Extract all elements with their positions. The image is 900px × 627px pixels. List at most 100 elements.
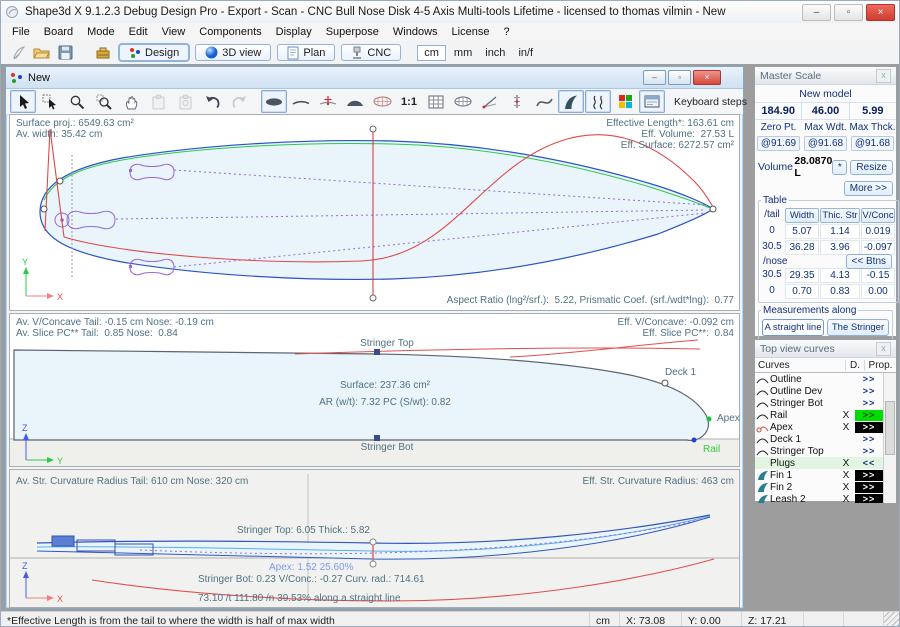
prop-toggle[interactable]: <<: [855, 458, 883, 469]
unit-inch[interactable]: inch: [480, 46, 510, 60]
length-value[interactable]: 184.90: [755, 103, 802, 120]
outline-control-point[interactable]: [41, 206, 47, 212]
width-cell[interactable]: 0.70: [785, 284, 819, 299]
measure-angle-icon[interactable]: [477, 90, 503, 113]
curve-tool-icon[interactable]: [531, 90, 557, 113]
save-icon[interactable]: [55, 43, 76, 62]
rail-point[interactable]: [692, 438, 697, 443]
curve-row-outline-dev[interactable]: Outline Dev >>: [755, 385, 896, 397]
curve-row-stringer-bot[interactable]: Stringer Bot >>: [755, 397, 896, 409]
prop-toggle[interactable]: >>: [855, 470, 883, 481]
apex-point[interactable]: [707, 417, 712, 422]
view-deck-icon[interactable]: [342, 90, 368, 113]
resize-button[interactable]: Resize: [850, 160, 893, 175]
export-icon[interactable]: [92, 43, 113, 62]
grid-icon[interactable]: [423, 90, 449, 113]
menu-license[interactable]: License: [445, 24, 497, 40]
stringer-curves-icon[interactable]: [585, 90, 611, 113]
plan-button[interactable]: Plan: [277, 44, 335, 61]
vconc-column-header[interactable]: V/Conc: [861, 208, 895, 223]
straight-line-button[interactable]: A straight line: [762, 319, 824, 336]
unit-cm[interactable]: cm: [417, 45, 446, 61]
width-value[interactable]: 46.00: [802, 103, 849, 120]
scale-1-1-label[interactable]: 1:1: [396, 90, 422, 113]
view-slices-icon[interactable]: [369, 90, 395, 113]
thickness-cell[interactable]: 3.96: [820, 240, 860, 255]
prop-toggle[interactable]: >>: [855, 482, 883, 493]
slice-indicator-bottom-handle[interactable]: [370, 561, 376, 567]
curves-header[interactable]: Curves: [755, 360, 846, 371]
vconc-cell[interactable]: 0.00: [861, 284, 895, 299]
width-cell[interactable]: 36.28: [785, 240, 819, 255]
colors-icon[interactable]: [612, 90, 638, 113]
menu-superpose[interactable]: Superpose: [319, 24, 386, 40]
menu-components[interactable]: Components: [192, 24, 268, 40]
zoom-icon[interactable]: [64, 90, 90, 113]
slice-handle-bottom[interactable]: [370, 295, 376, 301]
open-folder-icon[interactable]: [31, 43, 52, 62]
slice-handle-top[interactable]: [370, 126, 376, 132]
scrollbar-thumb[interactable]: [885, 401, 895, 455]
view-rocker-icon[interactable]: [288, 90, 314, 113]
prop-toggle[interactable]: >>: [855, 374, 883, 385]
doc-minimize-button[interactable]: –: [643, 70, 666, 85]
unit-inf[interactable]: in/f: [513, 46, 538, 60]
zero-pt-position[interactable]: @91.69: [757, 136, 800, 151]
paste-shape-icon[interactable]: [145, 90, 171, 113]
curve-row-deck[interactable]: Deck 1 >>: [755, 433, 896, 445]
prop-toggle[interactable]: >>: [855, 398, 883, 409]
resize-grip[interactable]: [883, 612, 899, 627]
thickness-cell[interactable]: 4.13: [820, 268, 860, 283]
more-button[interactable]: More >>: [844, 181, 893, 196]
prop-toggle[interactable]: >>: [855, 422, 883, 433]
menu-view[interactable]: View: [155, 24, 193, 40]
measure-axis-icon[interactable]: [504, 90, 530, 113]
stringer-bot-handle[interactable]: [374, 435, 380, 441]
curve-row-fin-1[interactable]: Fin 1 X >>: [755, 469, 896, 481]
redo-icon[interactable]: [226, 90, 252, 113]
vconc-cell[interactable]: -0.097: [861, 240, 895, 255]
view-thickness-icon[interactable]: [315, 90, 341, 113]
view-outline-icon[interactable]: [261, 90, 287, 113]
3d-view-button[interactable]: 3D view: [195, 44, 271, 61]
slice-indicator-top-handle[interactable]: [370, 539, 376, 545]
maximize-button[interactable]: ▫: [834, 4, 863, 21]
slice-outline-curve[interactable]: [14, 350, 708, 440]
curve-row-plugs[interactable]: Plugs X <<: [755, 457, 896, 469]
thickness-column-header[interactable]: Thic. Str: [820, 208, 860, 223]
prop-toggle[interactable]: >>: [855, 386, 883, 397]
menu-help[interactable]: ?: [496, 24, 516, 40]
doc-restore-button[interactable]: ▫: [668, 70, 691, 85]
stringer-top-handle[interactable]: [374, 349, 380, 355]
close-button[interactable]: ×: [866, 4, 895, 21]
fin-tool-icon[interactable]: [558, 90, 584, 113]
undo-icon[interactable]: [199, 90, 225, 113]
thickness-cell[interactable]: 0.83: [820, 284, 860, 299]
design-button[interactable]: Design: [119, 44, 189, 61]
curves-scrollbar[interactable]: [883, 373, 896, 503]
prop-toggle[interactable]: >>: [855, 446, 883, 457]
doc-close-button[interactable]: ×: [693, 70, 721, 85]
thickness-cell[interactable]: 1.14: [820, 224, 860, 239]
menu-file[interactable]: File: [5, 24, 37, 40]
minimize-button[interactable]: –: [802, 4, 831, 21]
unit-mm[interactable]: mm: [449, 46, 477, 60]
prop-toggle[interactable]: >>: [855, 410, 883, 421]
prop-toggle[interactable]: >>: [855, 494, 883, 504]
cursor-select-icon[interactable]: [37, 90, 63, 113]
menu-board[interactable]: Board: [37, 24, 80, 40]
width-cell[interactable]: 29.35: [785, 268, 819, 283]
display-header[interactable]: D.: [846, 360, 865, 371]
pan-hand-icon[interactable]: [118, 90, 144, 113]
new-quill-icon[interactable]: [7, 43, 28, 62]
curve-row-apex[interactable]: Apex X >>: [755, 421, 896, 433]
btns-toggle-button[interactable]: << Btns: [846, 254, 892, 269]
curves-panel-header[interactable]: Top view curves x: [755, 340, 896, 358]
board-outline-curve[interactable]: [40, 141, 713, 280]
board-grid-icon[interactable]: [450, 90, 476, 113]
star-button[interactable]: *: [832, 160, 847, 175]
menu-edit[interactable]: Edit: [122, 24, 155, 40]
curve-row-outline[interactable]: Outline >>: [755, 373, 896, 385]
outline-control-point[interactable]: [57, 178, 63, 184]
max-thck-position[interactable]: @91.68: [851, 136, 894, 151]
